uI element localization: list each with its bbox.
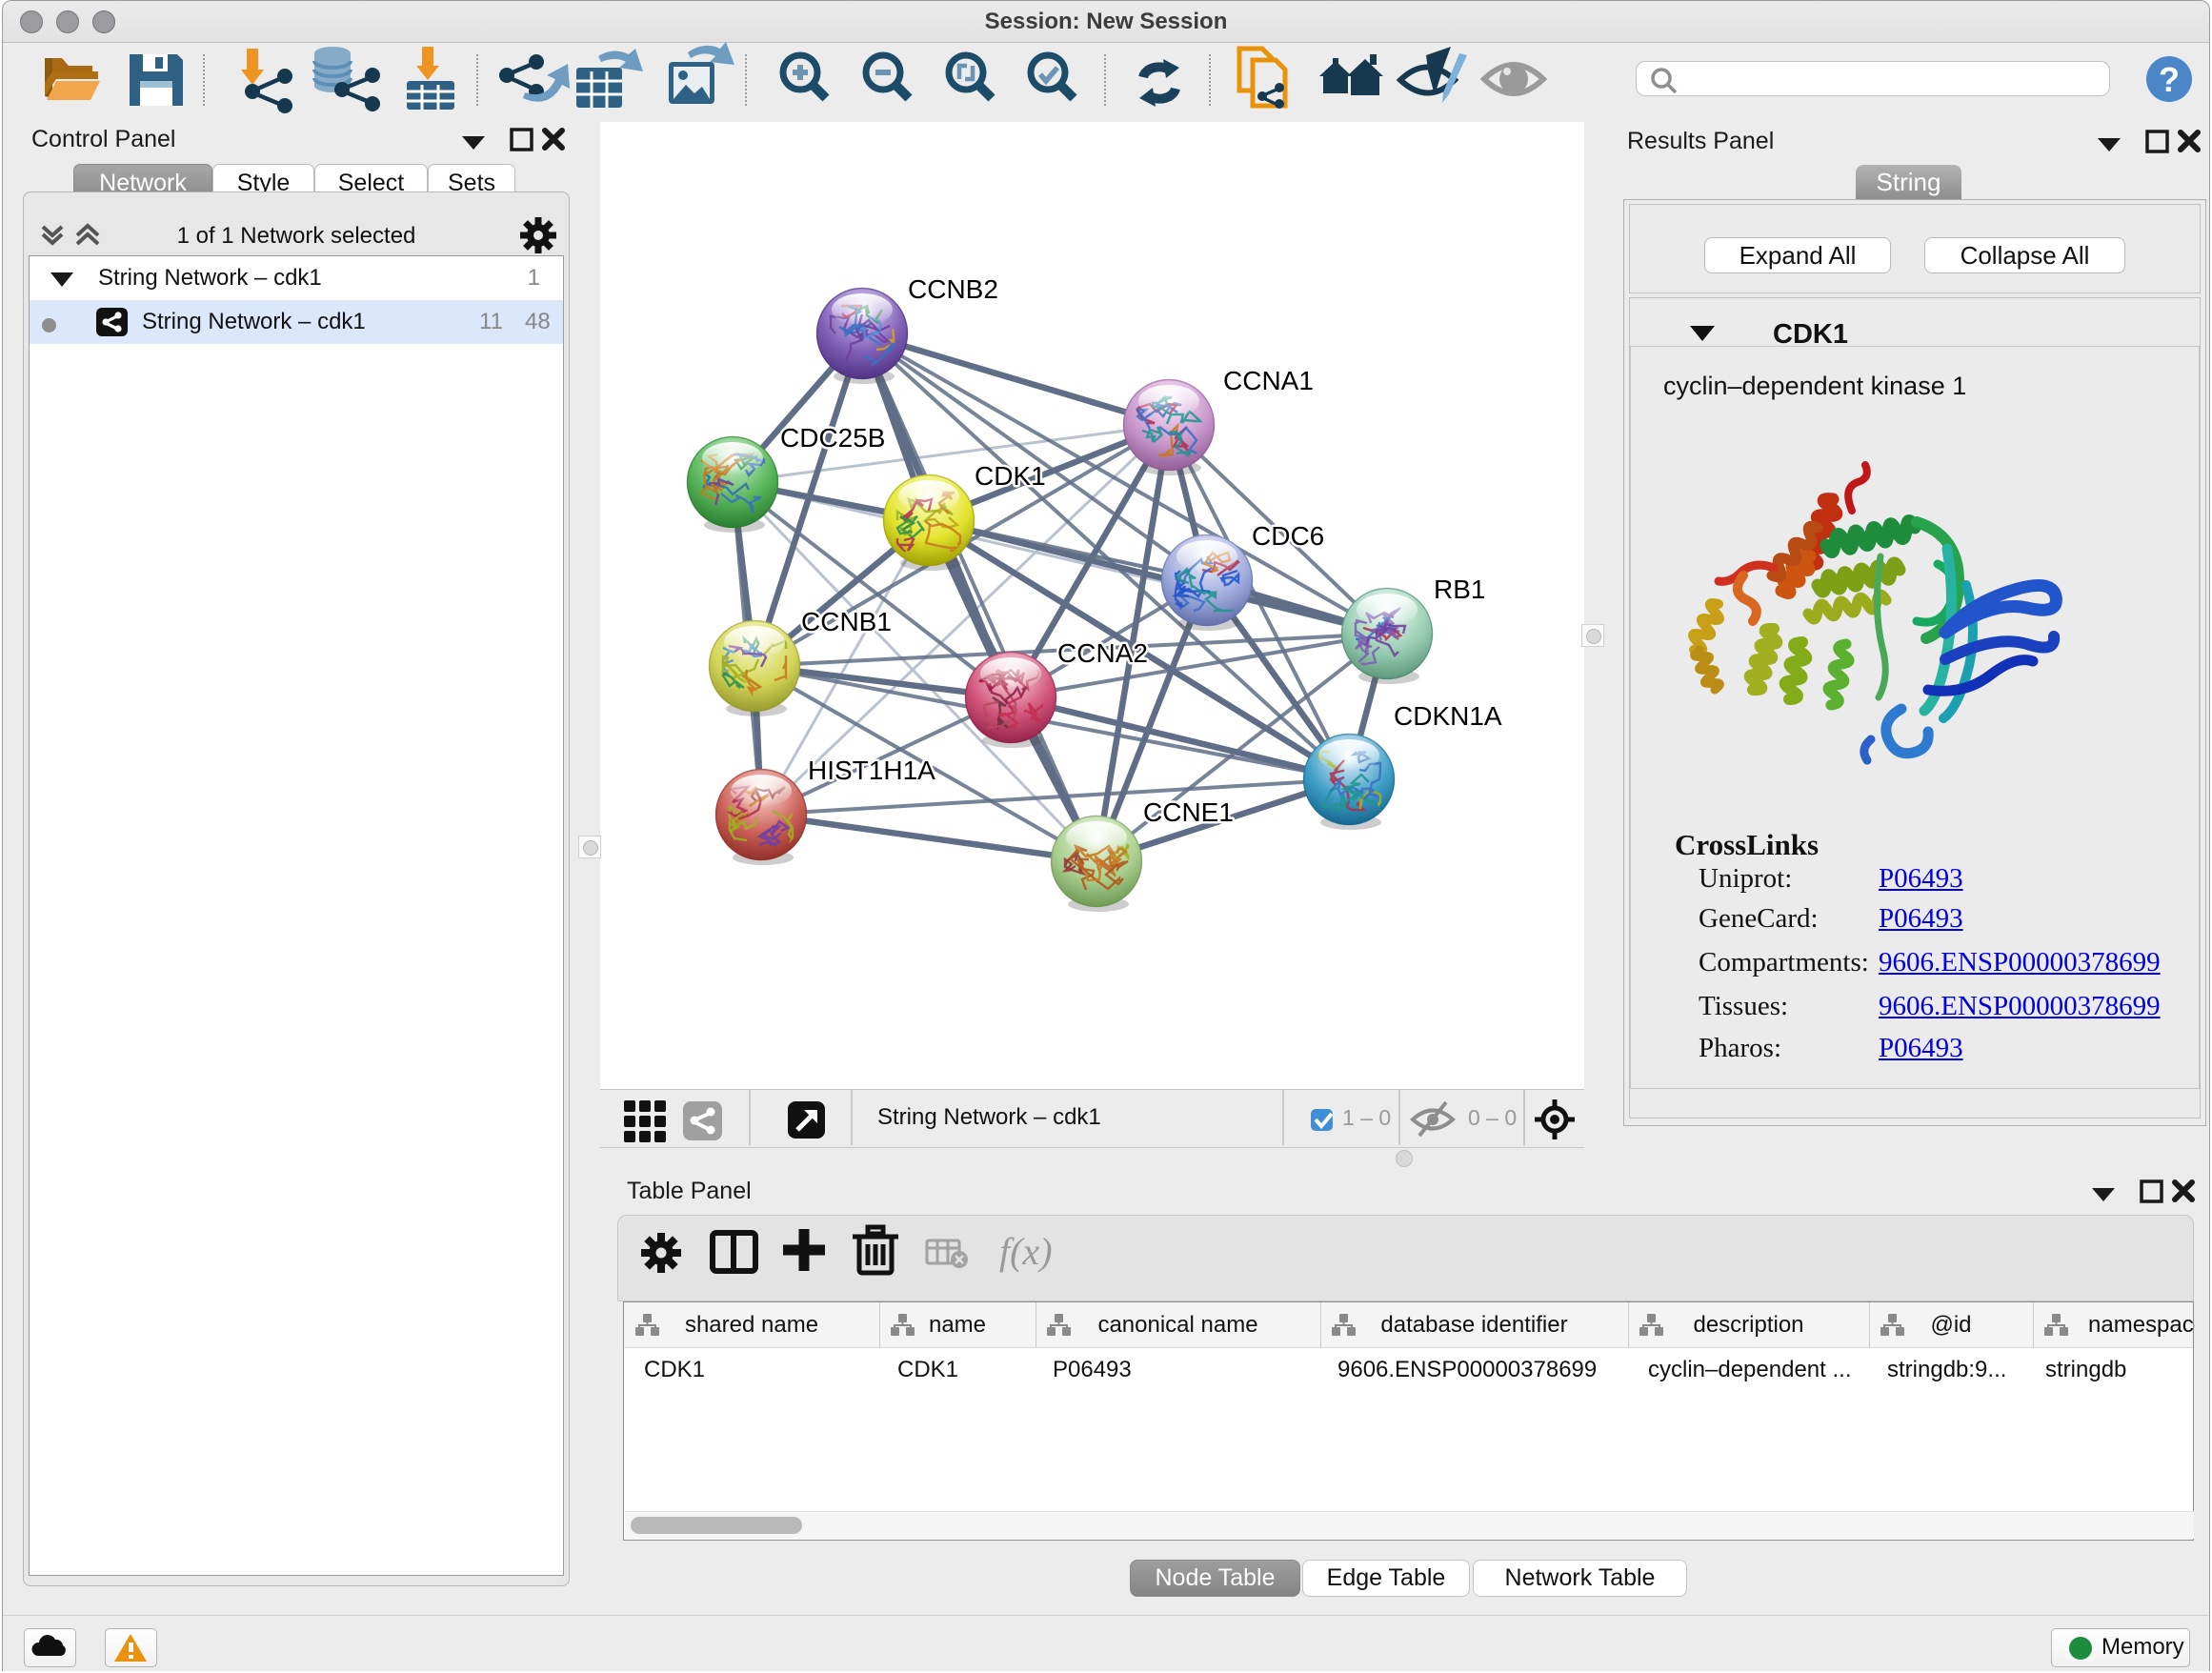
svg-text:CCNE1: CCNE1 xyxy=(1143,797,1234,827)
svg-text:CCNA1: CCNA1 xyxy=(1223,366,1314,395)
svg-text:CDKN1A: CDKN1A xyxy=(1394,701,1502,731)
svg-text:?: ? xyxy=(2159,60,2180,99)
svg-text:CCNB1: CCNB1 xyxy=(801,607,892,636)
svg-text:HIST1H1A: HIST1H1A xyxy=(808,756,935,785)
svg-text:CCNB2: CCNB2 xyxy=(908,274,998,304)
svg-text:RB1: RB1 xyxy=(1434,574,1485,604)
svg-text:CDC6: CDC6 xyxy=(1252,521,1324,551)
svg-text:f(x): f(x) xyxy=(999,1230,1053,1273)
svg-text:CDC25B: CDC25B xyxy=(780,423,885,453)
svg-text:CCNA2: CCNA2 xyxy=(1057,638,1148,668)
svg-text:CDK1: CDK1 xyxy=(975,461,1046,491)
